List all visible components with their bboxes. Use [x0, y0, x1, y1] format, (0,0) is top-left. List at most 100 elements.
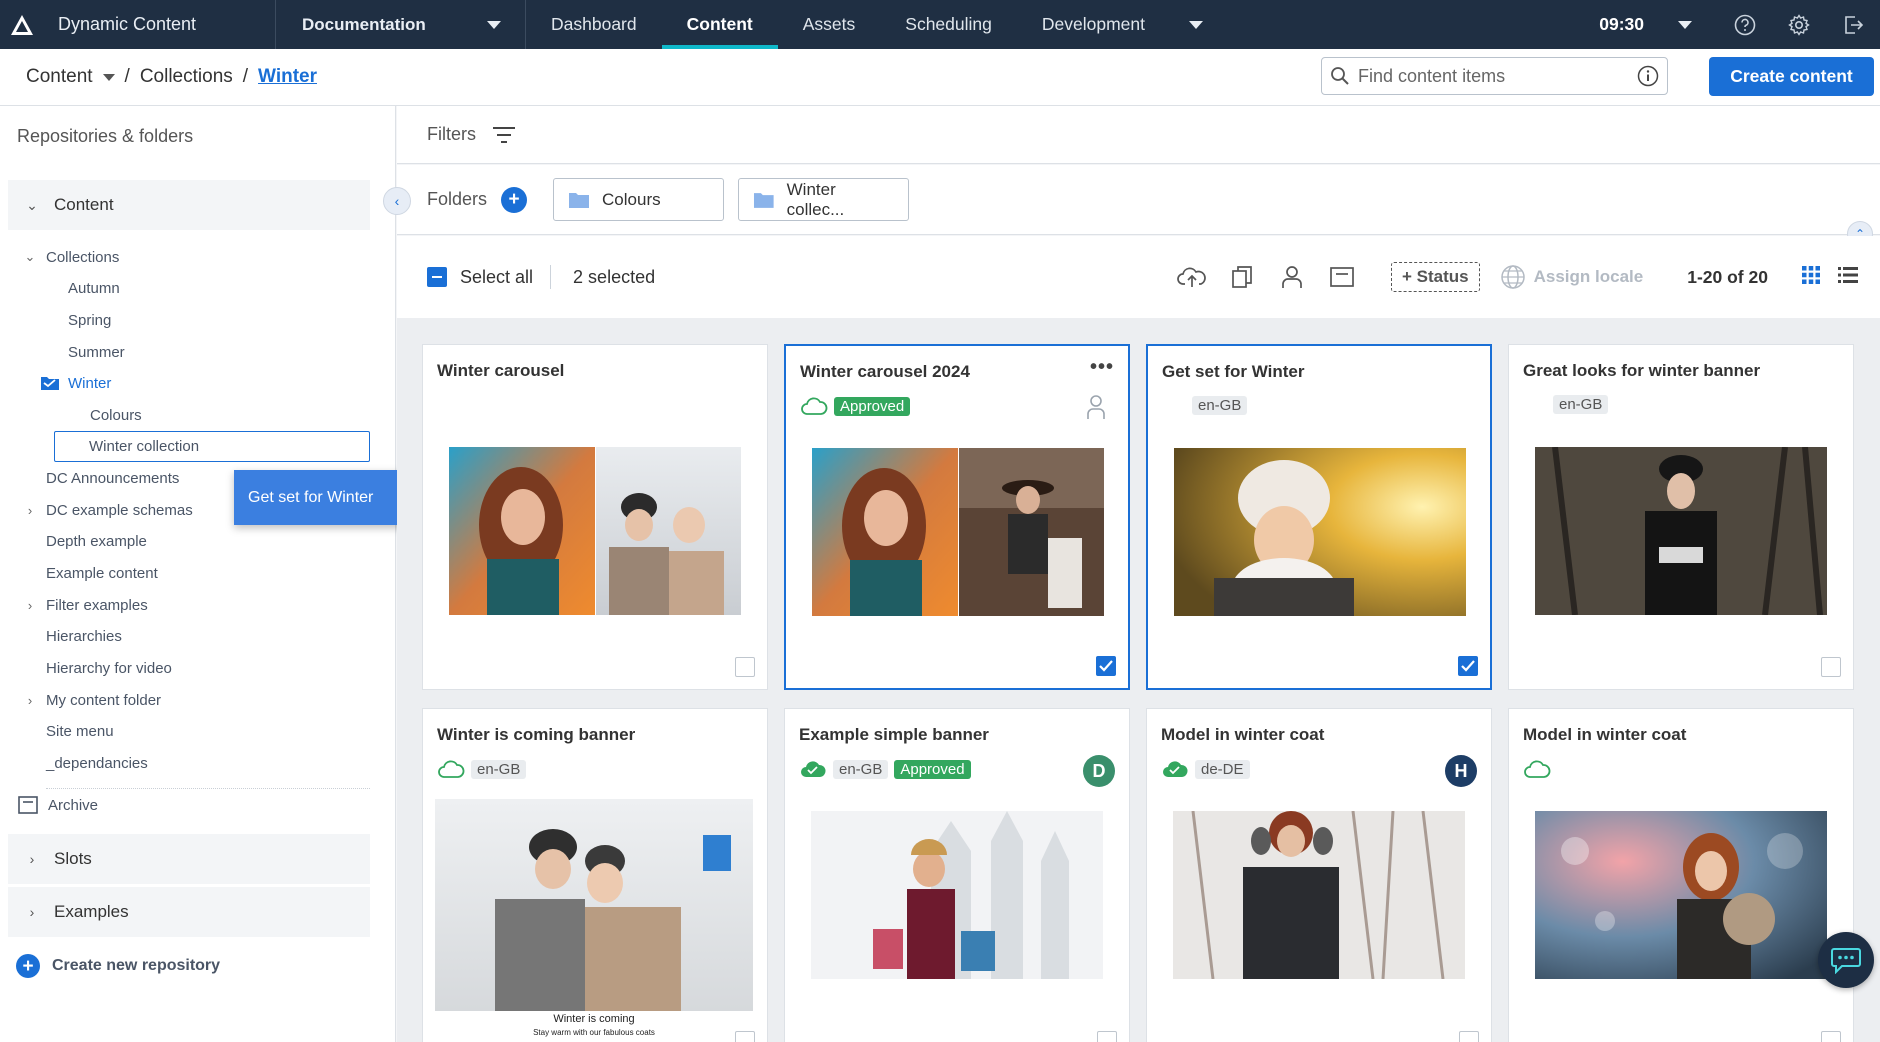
tree-item-filter-examples[interactable]: › Filter examples	[28, 590, 148, 620]
content-card[interactable]: Model in winter coat de-DE H	[1146, 708, 1492, 1042]
chevron-right-icon[interactable]: ›	[23, 503, 37, 518]
tab-content[interactable]: Content	[661, 0, 778, 49]
content-card[interactable]: Great looks for winter banner en-GB	[1508, 344, 1854, 690]
tree-item-autumn[interactable]: Autumn	[68, 273, 120, 303]
collapse-sidebar-button[interactable]: ‹	[383, 187, 411, 215]
locale-badge: en-GB	[833, 759, 889, 779]
tree-item-spring[interactable]: Spring	[68, 305, 111, 335]
create-content-button[interactable]: Create content	[1709, 57, 1874, 96]
filters-bar[interactable]: Filters	[397, 106, 1880, 164]
checkmark-icon	[1099, 660, 1113, 672]
tree-item-depth-example[interactable]: Depth example	[46, 526, 147, 556]
assign-locale-label: Assign locale	[1533, 267, 1644, 286]
content-card[interactable]: Winter carousel	[422, 344, 768, 690]
more-options-icon[interactable]: •••	[1090, 356, 1114, 379]
tree-item-winter-collection[interactable]: Winter collection	[54, 431, 370, 462]
tree-item-collections[interactable]: ⌄ Collections	[25, 242, 120, 272]
grid-view-icon[interactable]	[1801, 265, 1820, 289]
archive-label: Archive	[48, 796, 99, 814]
breadcrumb: Content / Collections / Winter Find cont…	[0, 49, 1880, 106]
duplicate-icon[interactable]	[1217, 257, 1267, 297]
card-checkbox[interactable]	[1459, 1031, 1479, 1042]
assign-user-icon[interactable]	[1267, 257, 1317, 297]
clock-dropdown-icon[interactable]	[1678, 20, 1692, 29]
breadcrumb-separator: /	[124, 66, 130, 87]
unassigned-user-icon[interactable]	[1086, 394, 1106, 425]
repo-content[interactable]: ⌄ Content	[8, 180, 370, 230]
breadcrumb-content[interactable]: Content	[26, 66, 115, 88]
tree-item-colours[interactable]: Colours	[90, 400, 142, 430]
avatar[interactable]: H	[1445, 755, 1477, 787]
card-checkbox[interactable]	[1097, 1031, 1117, 1042]
card-checkbox[interactable]	[1821, 1031, 1841, 1042]
assign-locale-button[interactable]: Assign locale	[1500, 264, 1644, 290]
archive-item[interactable]: Archive	[18, 796, 98, 814]
tab-dashboard[interactable]: Dashboard	[526, 0, 662, 49]
select-all-label[interactable]: Select all	[460, 267, 533, 288]
tree-item-dependancies[interactable]: _dependancies	[46, 748, 148, 778]
card-title: Winter is coming banner	[437, 725, 636, 744]
card-checkbox[interactable]	[1458, 656, 1478, 676]
breadcrumb-collections[interactable]: Collections	[140, 66, 233, 88]
chevron-right-icon[interactable]: ›	[23, 598, 37, 613]
chat-support-button[interactable]	[1818, 932, 1874, 988]
help-icon[interactable]	[1718, 0, 1772, 49]
content-card[interactable]: Model in winter coat	[1508, 708, 1854, 1042]
folder-chip-winter-collection[interactable]: Winter collec...	[738, 178, 910, 221]
card-checkbox[interactable]	[735, 657, 755, 677]
sidebar: Repositories & folders ⌄ Content ⌄ Colle…	[0, 106, 396, 1042]
content-card[interactable]: Winter is coming banner en-GB Winter is …	[422, 708, 768, 1042]
locale-badge: en-GB	[1192, 396, 1248, 415]
content-card[interactable]: Winter carousel 2024 ••• Approved	[784, 344, 1130, 690]
filter-icon[interactable]	[492, 126, 516, 144]
tree-item-summer[interactable]: Summer	[68, 337, 125, 367]
card-thumbnail	[812, 448, 1104, 616]
tree-label: Filter examples	[46, 596, 148, 614]
archive-icon[interactable]	[1317, 257, 1367, 297]
create-new-repository-label: Create new repository	[52, 957, 221, 974]
tree-item-winter[interactable]: Winter	[40, 368, 111, 398]
card-checkbox[interactable]	[1821, 657, 1841, 677]
tree-item-example-content[interactable]: Example content	[46, 558, 158, 588]
card-checkbox[interactable]	[1096, 656, 1116, 676]
card-thumbnail	[1535, 447, 1827, 615]
app-name[interactable]: Dynamic Content	[44, 0, 276, 49]
card-title: Winter carousel	[437, 361, 565, 380]
content-card[interactable]: Get set for Winter en-GB	[1146, 344, 1492, 690]
publish-cloud-icon[interactable]	[1167, 257, 1217, 297]
card-checkbox[interactable]	[735, 1031, 755, 1042]
repo-examples[interactable]: › Examples	[8, 887, 370, 937]
top-nav: Dynamic Content Documentation Dashboard …	[0, 0, 1880, 49]
logout-icon[interactable]	[1826, 0, 1880, 49]
card-title: Example simple banner	[799, 725, 989, 744]
breadcrumb-winter[interactable]: Winter	[258, 66, 317, 88]
tree-item-hierarchy-for-video[interactable]: Hierarchy for video	[46, 653, 172, 683]
content-card[interactable]: Example simple banner en-GB Approved D	[784, 708, 1130, 1042]
hub-selector[interactable]: Documentation	[276, 0, 526, 49]
amplience-logo-icon[interactable]	[0, 0, 44, 49]
search-input[interactable]: Find content items	[1358, 66, 1637, 87]
tree-item-dc-example-schemas[interactable]: › DC example schemas	[28, 495, 193, 525]
checkmark-icon	[1461, 660, 1475, 672]
repo-slots[interactable]: › Slots	[8, 834, 370, 884]
chevron-down-icon[interactable]: ⌄	[23, 249, 37, 265]
create-new-repository-button[interactable]: + Create new repository	[16, 954, 220, 978]
settings-gear-icon[interactable]	[1772, 0, 1826, 49]
add-status-button[interactable]: + Status	[1391, 262, 1480, 292]
list-view-icon[interactable]	[1837, 266, 1858, 289]
tree-item-dc-announcements[interactable]: DC Announcements	[46, 463, 179, 493]
tree-item-site-menu[interactable]: Site menu	[46, 716, 114, 746]
folder-chip-colours[interactable]: Colours	[553, 178, 725, 221]
tree-item-hierarchies[interactable]: Hierarchies	[46, 621, 122, 651]
tab-scheduling[interactable]: Scheduling	[880, 0, 1017, 49]
select-all-checkbox[interactable]	[427, 267, 447, 287]
chevron-right-icon[interactable]: ›	[23, 693, 37, 708]
search-box[interactable]: Find content items	[1321, 57, 1668, 95]
tree-item-my-content-folder[interactable]: › My content folder	[28, 685, 161, 715]
tab-assets[interactable]: Assets	[778, 0, 881, 49]
info-icon[interactable]	[1637, 65, 1659, 87]
add-folder-button[interactable]: +	[501, 186, 528, 213]
breadcrumb-separator: /	[242, 66, 249, 87]
avatar[interactable]: D	[1083, 755, 1115, 787]
tab-development[interactable]: Development	[1017, 0, 1228, 49]
